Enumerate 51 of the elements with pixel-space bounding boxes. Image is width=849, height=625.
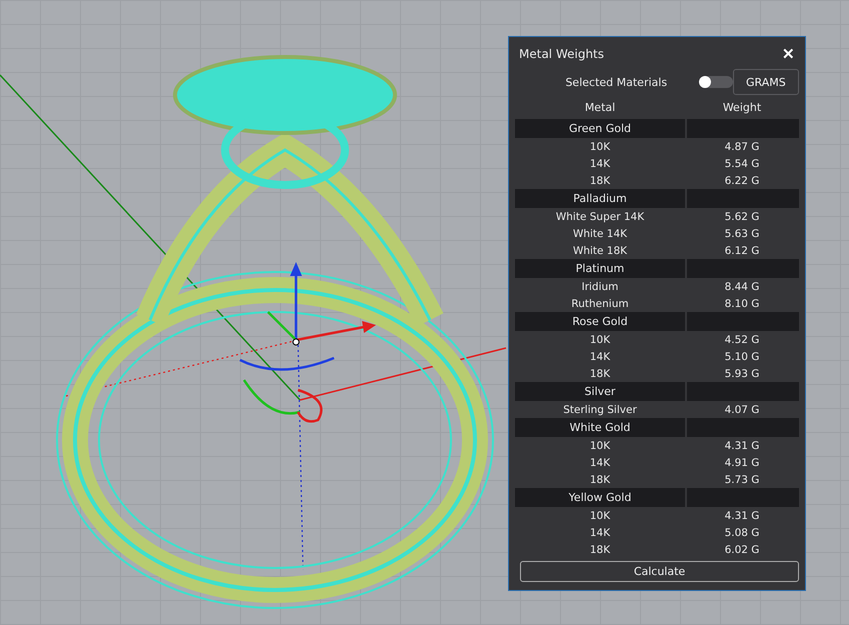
group-header-cell: White Gold (515, 418, 685, 437)
toggle-label: Selected Materials (564, 76, 668, 88)
table-cell-text: 14K (588, 350, 612, 362)
table-cell-text: 8.10 G (724, 298, 760, 310)
group-header-cell: Palladium (515, 189, 685, 208)
table-cell-text: 14K (588, 456, 612, 468)
close-button[interactable]: ✕ (778, 45, 799, 63)
group-header-cell: Platinum (515, 259, 685, 278)
table-cell-text: 18K (588, 544, 612, 556)
table-cell-text: 10K (588, 440, 612, 452)
calculate-button[interactable]: Calculate (520, 561, 799, 582)
table-cell-text: 10K (588, 510, 612, 522)
table-cell-text: 10K (588, 140, 612, 152)
table-cell-text: 5.93 G (724, 368, 760, 380)
table-cell-text: 4.07 G (724, 404, 760, 416)
table-cell-text: White 18K (572, 244, 628, 256)
table-cell-text: 14K (588, 158, 612, 170)
table-cell-text: White 14K (572, 228, 628, 240)
table-cell-text: 4.31 G (724, 510, 760, 522)
table-cell-text: 4.31 G (724, 440, 760, 452)
table-cell-text: 5.73 G (724, 474, 760, 486)
table-cell-text: Sterling Silver (562, 404, 638, 416)
column-header: Weight (722, 101, 762, 116)
table-cell-text: 18K (588, 474, 612, 486)
table-cell-text: 4.52 G (724, 334, 760, 346)
group-header-cell: Yellow Gold (515, 488, 685, 507)
table-cell-text: 6.12 G (724, 244, 760, 256)
table-cell-text: 6.02 G (724, 544, 760, 556)
table-cell-text: 10K (588, 334, 612, 346)
column-header: Metal (584, 101, 616, 116)
table-cell-text: 5.63 G (724, 228, 760, 240)
table-cell-text: 4.87 G (724, 140, 760, 152)
table-cell-text: Ruthenium (570, 298, 630, 310)
table-cell-text: 5.62 G (724, 210, 760, 222)
group-header-cell: Green Gold (515, 119, 685, 138)
selected-materials-toggle[interactable] (699, 76, 733, 88)
table-cell-text: 4.91 G (724, 456, 760, 468)
table-cell-text: Iridium (580, 280, 620, 292)
table-cell-text: 18K (588, 174, 612, 186)
panel-title: Metal Weights (519, 47, 604, 61)
table-cell-text: 8.44 G (724, 280, 760, 292)
table-cell-text: 6.22 G (724, 174, 760, 186)
units-button[interactable]: GRAMS (732, 69, 800, 95)
table-cell-text: 5.54 G (724, 158, 760, 170)
table-cell-text: 5.08 G (724, 526, 760, 538)
group-header-cell: Rose Gold (515, 312, 685, 331)
table-cell-text: 14K (588, 526, 612, 538)
group-header-cell: Silver (515, 382, 685, 401)
table-cell-text: 18K (588, 368, 612, 380)
table-cell-text: 5.10 G (724, 350, 760, 362)
table-cell-text: White Super 14K (554, 210, 646, 222)
